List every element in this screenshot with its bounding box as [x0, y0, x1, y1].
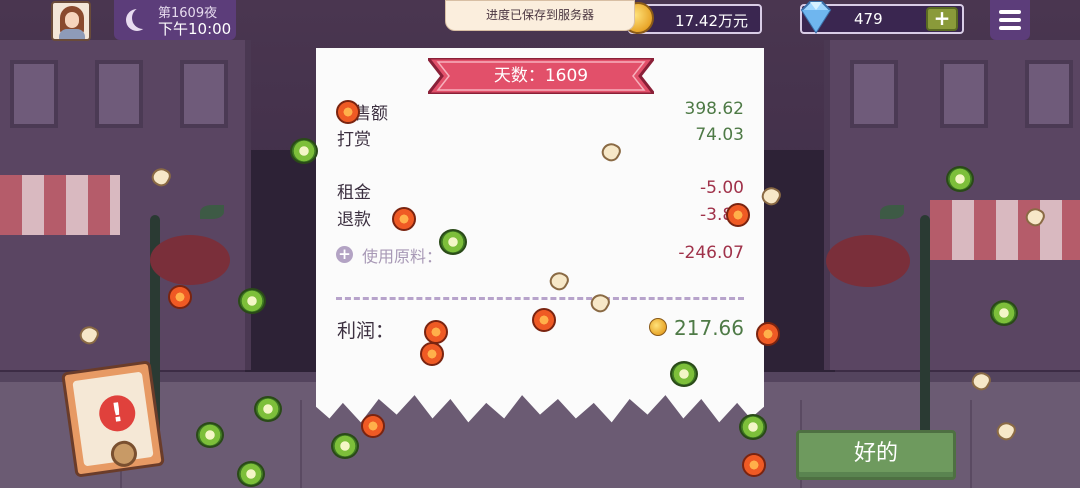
jalapeno-slice-icon	[254, 396, 282, 422]
profit-value: 217.66	[674, 316, 744, 340]
building-right	[824, 40, 1080, 370]
window	[850, 60, 898, 128]
jalapeno-slice-icon	[990, 300, 1018, 326]
tomato-slice-icon	[424, 320, 448, 344]
menu-icon-bar	[999, 26, 1021, 30]
jalapeno-slice-icon	[196, 422, 224, 448]
time-label: 下午10:00	[158, 20, 232, 38]
tomato-slice-icon	[532, 308, 556, 332]
tile-line	[300, 400, 302, 488]
coin-icon	[649, 318, 667, 336]
ok-button[interactable]: 好的	[796, 430, 956, 480]
coin-balance: 17.42万元	[622, 2, 762, 34]
rose-bush	[150, 235, 230, 285]
gem-balance: 479 +	[800, 1, 964, 34]
rent-value: -5.00	[700, 178, 744, 198]
window	[95, 60, 143, 128]
receipt-divider	[336, 297, 744, 300]
jalapeno-slice-icon	[670, 361, 698, 387]
diamond-icon	[800, 1, 832, 34]
jalapeno-slice-icon	[238, 288, 266, 314]
jalapeno-slice-icon	[237, 461, 265, 487]
tomato-slice-icon	[392, 207, 416, 231]
tomato-slice-icon	[336, 100, 360, 124]
jalapeno-slice-icon	[739, 414, 767, 440]
window	[180, 60, 228, 128]
tips-label: 打赏	[337, 130, 371, 150]
ingredients-value: -246.07	[678, 243, 744, 263]
avatar-body	[59, 29, 85, 39]
refund-label: 退款	[337, 210, 371, 230]
awning	[0, 175, 120, 235]
rose-bush	[826, 235, 910, 287]
ingredients-label[interactable]: 使用原料：	[362, 243, 442, 267]
alert-icon: !	[96, 393, 138, 434]
lamp-post	[920, 215, 930, 435]
jalapeno-slice-icon	[331, 433, 359, 459]
receipt-title: 天数：1609	[493, 66, 589, 86]
window	[1025, 60, 1073, 128]
save-toast: 进度已保存到服务器	[445, 0, 635, 31]
window	[10, 60, 58, 128]
menu-icon-bar	[999, 18, 1021, 22]
rent-label: 租金	[337, 183, 371, 203]
gem-value: 479	[854, 10, 883, 28]
tips-value: 74.03	[695, 125, 744, 145]
avatar-face	[65, 12, 79, 28]
window	[940, 60, 988, 128]
tile-line	[970, 400, 972, 488]
plus-circle-icon[interactable]: +	[336, 246, 353, 263]
tomato-slice-icon	[756, 322, 780, 346]
jalapeno-slice-icon	[946, 166, 974, 192]
tomato-slice-icon	[742, 453, 766, 477]
menu-button[interactable]	[990, 0, 1030, 40]
coin-value: 17.42万元	[675, 12, 748, 30]
notice-card-inner: !	[72, 371, 154, 469]
add-gems-button[interactable]: +	[926, 7, 958, 31]
day-time-panel: 第1609夜 下午10:00	[114, 0, 236, 40]
medal-icon	[109, 439, 139, 469]
profit-label: 利润：	[337, 320, 395, 342]
menu-icon	[999, 10, 1021, 14]
tomato-slice-icon	[361, 414, 385, 438]
tomato-slice-icon	[726, 203, 750, 227]
tomato-slice-icon	[168, 285, 192, 309]
jalapeno-slice-icon	[290, 138, 318, 164]
notice-card[interactable]: !	[61, 360, 165, 478]
leaf	[880, 205, 904, 219]
player-avatar[interactable]	[51, 1, 91, 41]
tomato-slice-icon	[420, 342, 444, 366]
leaf	[200, 205, 224, 219]
jalapeno-slice-icon	[439, 229, 467, 255]
awning	[930, 200, 1080, 260]
moon-icon	[132, 7, 154, 29]
sales-value: 398.62	[684, 99, 744, 119]
